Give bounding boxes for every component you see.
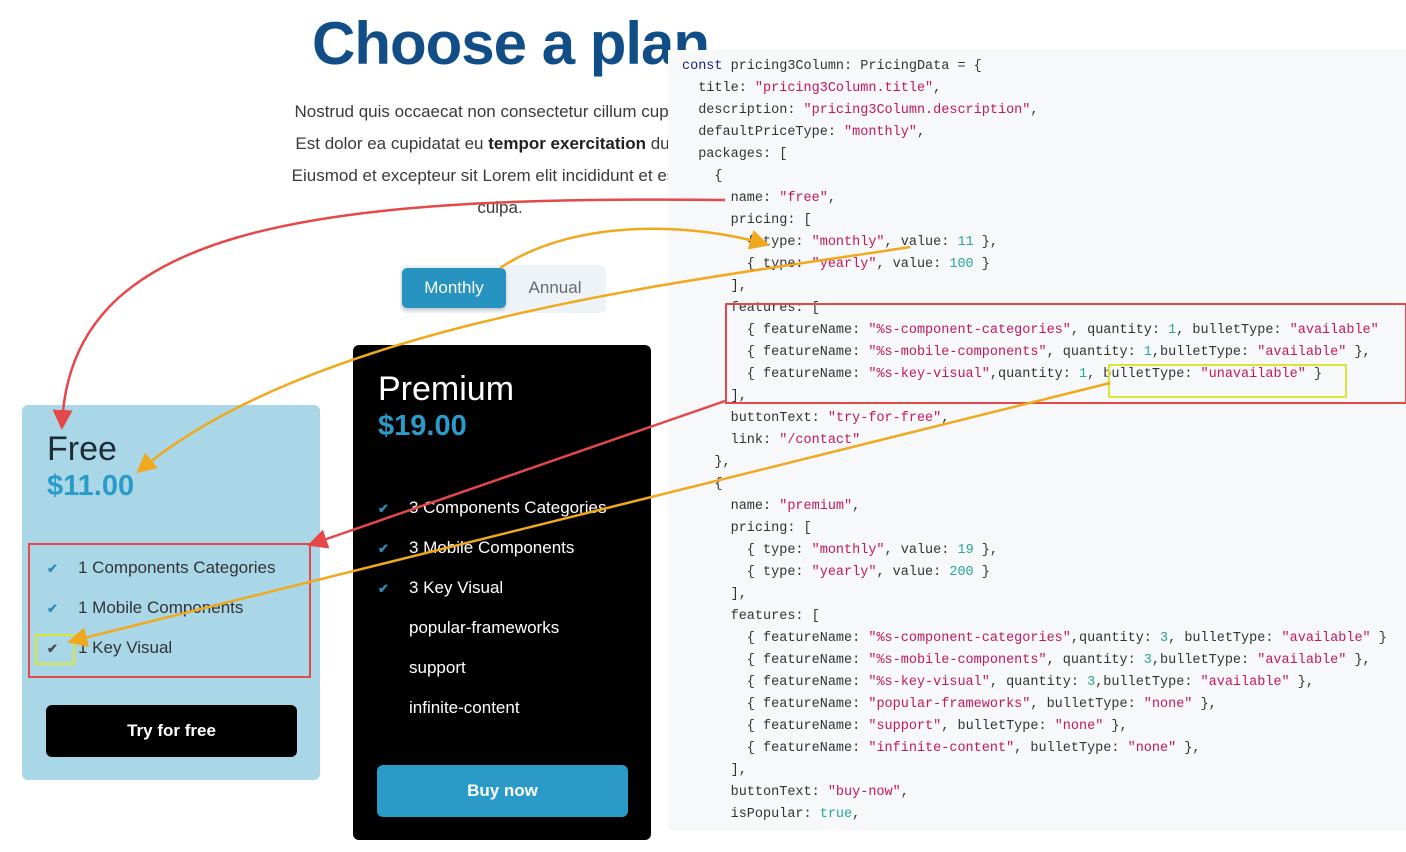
code-line: const pricing3Column: PricingData = { [682,59,982,74]
feature-item: ✔ 3 Mobile Components [378,536,574,560]
code-line: { featureName: "%s-mobile-components", q… [682,345,1371,360]
monthly-toggle-button[interactable]: Monthly [402,268,506,308]
code-line: title: "pricing3Column.title", [682,81,942,96]
code-line: link: "/contact" [682,433,861,448]
feature-label: 3 Components Categories [409,498,607,517]
code-line: ], [682,763,747,778]
code-line: buttonText: "buy-now", [682,785,909,800]
code-line: ], [682,279,747,294]
code-line: description: "pricing3Column.description… [682,103,1039,118]
check-icon: ✔ [378,501,389,516]
code-line: { featureName: "%s-key-visual",quantity:… [682,367,1323,382]
check-icon: ✔ [378,541,389,556]
plan-name: Premium [378,370,515,408]
code-line: ], [682,587,747,602]
code-line: { featureName: "%s-component-categories"… [682,631,1387,646]
feature-item: ✔ 1 Mobile Components [47,596,243,620]
code-line: { featureName: "support", bulletType: "n… [682,719,1128,734]
code-panel: const pricing3Column: PricingData = { ti… [668,50,1406,830]
code-line: { type: "yearly", value: 100 } [682,257,990,272]
code-line: { featureName: "%s-mobile-components", q… [682,653,1371,668]
free-plan-card: Free $11.00 ✔ 1 Components Categories ✔ 1 … [22,405,320,780]
feature-item: ✔ 1 Components Categories [47,556,276,580]
premium-plan-card: Premium $19.00 ✔ 3 Components Categories … [353,345,651,840]
feature-label: support [409,658,466,677]
feature-item: ✔ 3 Key Visual [378,576,503,600]
code-line: { featureName: "%s-key-visual", quantity… [682,675,1314,690]
plan-name: Free [47,430,117,468]
feature-label: 3 Mobile Components [409,538,575,557]
code-line: { featureName: "%s-component-categories"… [682,323,1379,338]
code-line: buttonText: "try-for-free", [682,411,950,426]
code-line: ], [682,389,747,404]
code-line: { type: "yearly", value: 200 } [682,565,990,580]
price-type-toggle: Monthly Annual [400,265,606,313]
description-text: Est dolor ea cupidatat eu [295,134,489,153]
code-line: name: "premium", [682,499,861,514]
feature-label: popular-frameworks [409,618,560,637]
feature-item: infinite-content [378,696,520,720]
code-line: features: [ [682,609,820,624]
code-line: { [682,169,723,184]
code-line: { featureName: "infinite-content", bulle… [682,741,1201,756]
plan-price: $11.00 [47,470,135,502]
check-icon: ✔ [47,561,58,576]
try-for-free-button[interactable]: Try for free [46,705,297,757]
feature-label: 1 Components Categories [78,558,276,577]
code-line: name: "free", [682,191,836,206]
code-line: pricing: [ [682,213,812,228]
feature-label: 1 Mobile Components [78,598,244,617]
code-line: isPopular: true, [682,807,861,822]
code-line: features: [ [682,301,820,316]
description-bold: tempor exercitation [488,134,646,153]
buy-now-button[interactable]: Buy now [377,765,628,817]
code-line: { [682,477,723,492]
code-line: { featureName: "popular-frameworks", bul… [682,697,1217,712]
code-line: }, [682,455,731,470]
code-line: pricing: [ [682,521,812,536]
code-line: { type: "monthly", value: 11 }, [682,235,998,250]
annual-toggle-button[interactable]: Annual [510,268,600,308]
code-line: { type: "monthly", value: 19 }, [682,543,998,558]
page-title: Choose a plan [312,10,710,77]
plan-price: $19.00 [378,410,467,442]
code-line: packages: [ [682,147,788,162]
feature-label: infinite-content [409,698,520,717]
feature-item: ✔ 1 Key Visual [47,636,172,660]
feature-label: 1 Key Visual [78,638,173,657]
feature-label: 3 Key Visual [409,578,504,597]
feature-item: popular-frameworks [378,616,559,640]
check-icon: ✔ [378,581,389,596]
feature-item: support [378,656,466,680]
check-icon: ✔ [47,601,58,616]
check-icon: ✔ [47,641,58,656]
code-line: defaultPriceType: "monthly", [682,125,926,140]
feature-item: ✔ 3 Components Categories [378,496,607,520]
